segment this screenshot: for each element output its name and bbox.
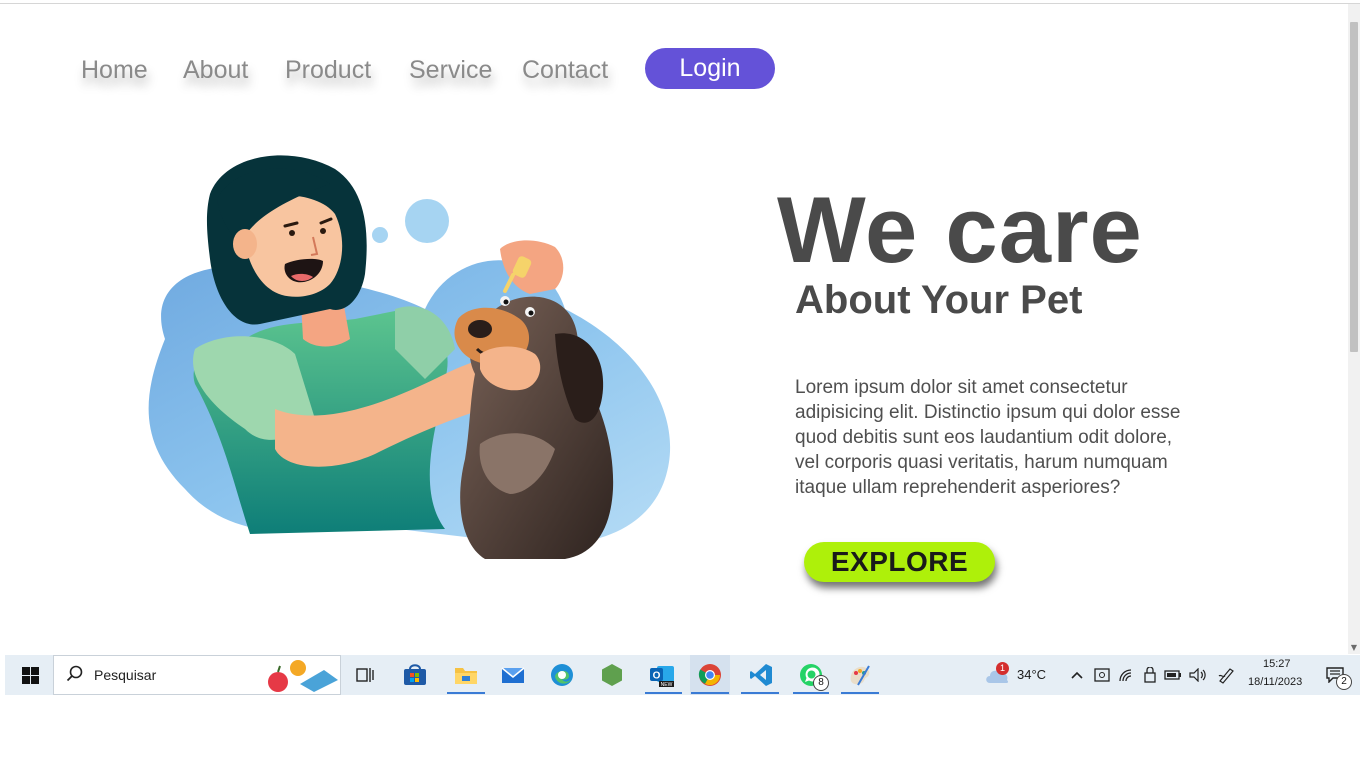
paint-icon[interactable] [840,655,880,695]
nav-service[interactable]: Service [409,56,492,85]
wifi-icon[interactable] [1117,655,1135,695]
whatsapp-active-indicator [793,692,829,694]
clock-date[interactable]: 18/11/2023 [1248,676,1302,688]
windows-taskbar: Pesquisar O NEW 8 1 34°C 15:27 18/11/202… [5,655,1360,695]
scroll-down-arrow-icon[interactable]: ▼ [1350,644,1358,652]
vscode-icon[interactable] [741,655,781,695]
vscode-active-indicator [741,692,779,694]
scrollbar-thumb[interactable] [1350,22,1358,352]
pen-icon[interactable] [1215,655,1237,695]
nav-product[interactable]: Product [285,56,371,85]
svg-text:NEW: NEW [661,682,673,687]
nav-about[interactable]: About [183,56,248,85]
taskbar-search[interactable]: Pesquisar [53,655,341,695]
hero-subtitle: About Your Pet [795,278,1083,322]
search-highlight-icon [264,658,340,698]
weather-badge: 1 [996,662,1009,675]
windows-start-icon[interactable] [13,655,47,695]
search-placeholder: Pesquisar [94,667,157,683]
hero-description: Lorem ipsum dolor sit amet consectetur a… [795,377,1181,498]
nav-contact[interactable]: Contact [522,56,608,85]
file-explorer-icon[interactable] [447,655,485,695]
nodejs-icon[interactable] [597,655,627,695]
battery-icon[interactable] [1163,655,1183,695]
paint-active-indicator [841,692,879,694]
chrome-active-indicator [691,692,729,694]
edge-icon[interactable] [547,655,577,695]
mail-icon[interactable] [498,655,528,695]
page-scrollbar[interactable]: ▼ [1348,4,1360,654]
outlook-active-indicator [645,692,682,694]
weather-cloud-icon[interactable] [983,655,1011,695]
hero-title: We care [777,177,1143,282]
device-tray-icon[interactable] [1093,655,1111,695]
outlook-new-icon[interactable]: O NEW [645,655,679,695]
whatsapp-badge: 8 [813,675,829,691]
explore-button[interactable]: EXPLORE [804,542,995,582]
weather-temperature[interactable]: 34°C [1017,667,1046,682]
nav-home[interactable]: Home [81,56,148,85]
chevron-up-icon[interactable] [1069,655,1085,695]
microsoft-store-icon[interactable] [400,655,430,695]
search-icon [66,665,84,687]
hero-illustration [148,155,671,559]
chrome-icon[interactable] [690,655,730,695]
svg-text:O: O [653,671,661,682]
clock-time[interactable]: 15:27 [1263,658,1291,670]
volume-icon[interactable] [1188,655,1208,695]
login-button[interactable]: Login [645,48,775,89]
browser-viewport: Home About Product Service Contact Login [5,4,1348,654]
notifications-badge: 2 [1336,674,1352,690]
lock-device-icon[interactable] [1141,655,1159,695]
file-explorer-active-indicator [447,692,485,694]
task-view-icon[interactable] [350,655,380,695]
